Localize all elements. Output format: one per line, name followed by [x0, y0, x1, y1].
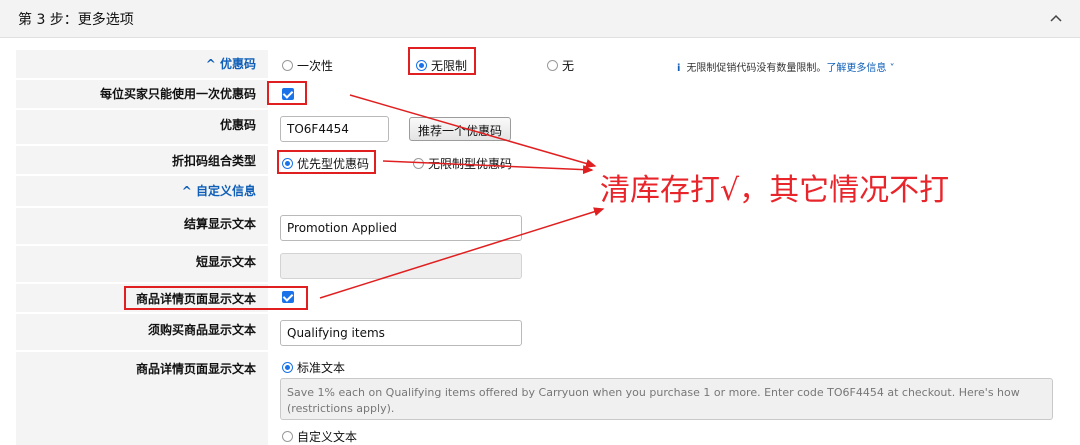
short-text-input[interactable] — [280, 253, 522, 279]
qualifying-text-input[interactable]: Qualifying items — [280, 320, 522, 346]
suggest-code-button[interactable]: 推荐一个优惠码 — [409, 117, 512, 141]
row-checkout-text: 结算显示文本 Promotion Applied — [16, 208, 1066, 244]
qualifying-text-label: 须购买商品显示文本 — [16, 314, 268, 350]
section-header[interactable]: 第 3 步：更多选项 — [0, 0, 1080, 38]
radio-priority-label: 优先型优惠码 — [297, 157, 370, 171]
chevron-up-icon[interactable] — [1046, 8, 1066, 28]
combine-type-label: 折扣码组合类型 — [16, 146, 268, 174]
radio-circle — [282, 60, 293, 71]
row-short-text: 短显示文本 — [16, 246, 1066, 282]
coupon-code-label: 优惠码 — [16, 110, 268, 144]
coupon-type-label[interactable]: ^ 优惠码 — [16, 50, 268, 78]
checkout-text-input[interactable]: Promotion Applied — [280, 215, 522, 241]
radio-unlimited[interactable]: 无限制 — [416, 57, 467, 74]
radio-unlimited-coupon-label: 无限制型优惠码 — [428, 157, 513, 171]
radio-circle — [547, 60, 558, 71]
radio-circle — [413, 158, 424, 169]
row-qualifying-text: 须购买商品显示文本 Qualifying items — [16, 314, 1066, 350]
one-per-buyer-label: 每位买家只能使用一次优惠码 — [16, 80, 268, 108]
radio-custom-text[interactable]: 自定义文本 — [282, 428, 357, 445]
section-title: 第 3 步：更多选项 — [18, 12, 134, 28]
radio-none-label: 无 — [562, 59, 575, 73]
radio-once-label: 一次性 — [297, 59, 334, 73]
radio-priority-coupon[interactable]: 优先型优惠码 — [282, 155, 369, 172]
custom-info-toggle[interactable]: ^ 自定义信息 — [16, 176, 268, 206]
info-icon: i — [677, 63, 681, 74]
radio-once[interactable]: 一次性 — [282, 57, 333, 74]
radio-standard-text-label: 标准文本 — [297, 361, 346, 375]
detail-page-text-checkbox[interactable] — [282, 291, 294, 303]
row-detail-page-text: 商品详情页面显示文本 — [16, 284, 1066, 312]
radio-circle-selected — [416, 60, 427, 71]
row-coupon-code: 优惠码 TO6F4454 推荐一个优惠码 — [16, 110, 1066, 144]
radio-circle-selected — [282, 362, 293, 373]
unlimited-info: i 无限制促销代码没有数量限制。了解更多信息 ˅ — [677, 59, 895, 74]
checkout-text-label: 结算显示文本 — [16, 208, 268, 244]
row-coupon-type: ^ 优惠码 一次性 无限制 无 i 无限制促销代码没有数量限制。了解更多信息 ˅ — [16, 50, 1066, 78]
radio-circle — [282, 431, 293, 442]
radio-custom-text-label: 自定义文本 — [297, 430, 358, 444]
row-detail-page-text-option: 商品详情页面显示文本 标准文本 Save 1% each on Qualifyi… — [16, 352, 1066, 445]
info-text: 无限制促销代码没有数量限制。 — [686, 63, 827, 74]
coupon-code-input[interactable]: TO6F4454 — [280, 116, 389, 142]
detail-page-text-option-label: 商品详情页面显示文本 — [16, 352, 268, 445]
radio-circle-selected — [282, 158, 293, 169]
row-one-per-buyer: 每位买家只能使用一次优惠码 — [16, 80, 1066, 108]
one-per-buyer-checkbox[interactable] — [282, 88, 294, 100]
radio-standard-text[interactable]: 标准文本 — [282, 359, 345, 376]
detail-page-text-label: 商品详情页面显示文本 — [16, 284, 268, 312]
radio-none[interactable]: 无 — [547, 57, 574, 74]
learn-more-link[interactable]: 了解更多信息 ˅ — [826, 63, 894, 74]
standard-text-area[interactable]: Save 1% each on Qualifying items offered… — [280, 378, 1053, 420]
short-text-label: 短显示文本 — [16, 246, 268, 282]
radio-unlimited-label: 无限制 — [431, 59, 468, 73]
radio-unlimited-coupon[interactable]: 无限制型优惠码 — [413, 155, 512, 172]
annotation-text: 清库存打√，其它情况不打 — [600, 173, 950, 208]
